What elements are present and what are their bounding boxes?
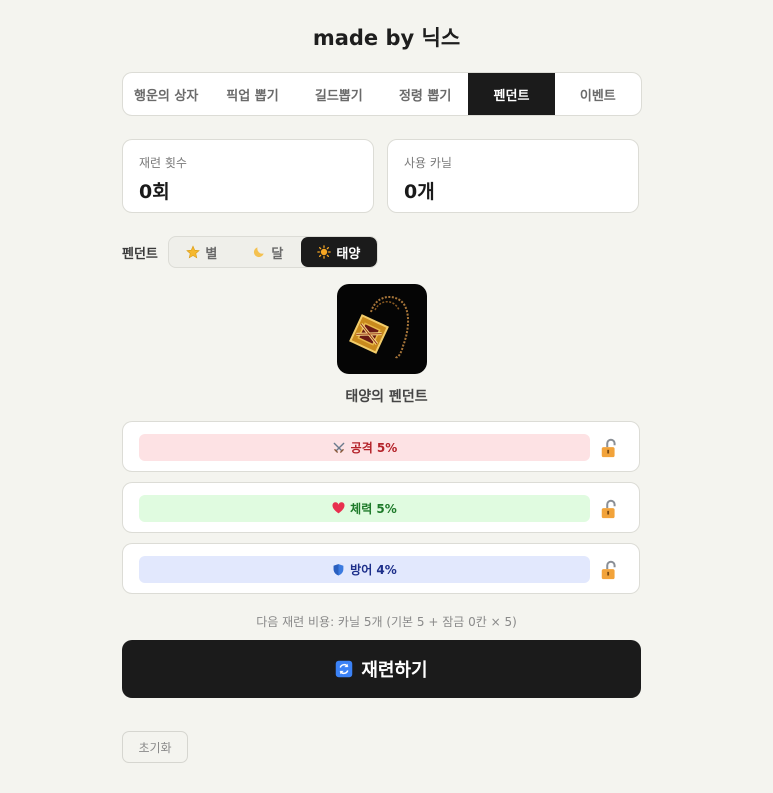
sun-icon	[317, 245, 332, 259]
reroll-cost-text: 다음 재련 비용: 카닐 5개 (기본 5 + 잠금 0칸 × 5)	[256, 615, 517, 629]
pendant-type-sun[interactable]: 태양	[300, 237, 377, 267]
page-title: made by 닉스	[312, 26, 461, 50]
option-row-attack: 공격 5%	[122, 421, 640, 472]
unlock-icon	[601, 438, 616, 458]
kanil-used-label: 사용 카닐	[404, 156, 452, 170]
tab-lucky-box[interactable]: 행운의 상자	[123, 73, 209, 115]
option-defense-lock[interactable]	[599, 559, 621, 581]
option-defense-label: 방어 4%	[350, 563, 397, 577]
tab-pickup-draw[interactable]: 픽업 뽑기	[209, 73, 295, 115]
reroll-button-label: 재련하기	[361, 660, 428, 681]
pendant-type-sun-label: 태양	[336, 246, 361, 262]
option-attack: 공격 5%	[139, 434, 590, 461]
kanil-used-card: 사용 카닐 0개	[387, 139, 639, 213]
pendant-type-selector: 펜던트 별 달 태양	[122, 236, 378, 268]
option-health-label: 체력 5%	[350, 502, 397, 516]
refresh-icon	[336, 660, 353, 678]
tab-guild-draw[interactable]: 길드뽑기	[296, 73, 382, 115]
kanil-used-value: 0개	[404, 181, 435, 203]
option-attack-lock[interactable]	[599, 437, 621, 459]
pendant-image	[337, 284, 427, 374]
pendant-type-label: 펜던트	[122, 246, 158, 262]
reset-button[interactable]: 초기화	[122, 731, 188, 763]
tab-pendant[interactable]: 펜던트	[468, 73, 555, 115]
unlock-icon	[601, 499, 616, 519]
pendant-type-moon[interactable]: 달	[235, 237, 301, 267]
tab-bar: 행운의 상자 픽업 뽑기 길드뽑기 정령 뽑기 펜던트 이벤트	[122, 72, 642, 116]
reroll-button[interactable]: 재련하기	[122, 640, 641, 698]
pendant-name: 태양의 펜던트	[345, 389, 428, 405]
option-attack-label: 공격 5%	[350, 441, 398, 455]
moon-icon	[254, 247, 265, 258]
star-icon	[186, 245, 201, 259]
option-row-health: 체력 5%	[122, 482, 640, 533]
option-health-lock[interactable]	[599, 498, 621, 520]
pendant-type-star[interactable]: 별	[169, 237, 235, 267]
option-row-defense: 방어 4%	[122, 543, 640, 594]
option-health: 체력 5%	[139, 495, 590, 522]
tab-event[interactable]: 이벤트	[555, 73, 641, 115]
pendant-type-star-label: 별	[205, 246, 218, 262]
reroll-count-card: 재련 횟수 0회	[122, 139, 374, 213]
app-root: made by 닉스 행운의 상자 픽업 뽑기 길드뽑기 정령 뽑기 펜던트 이…	[0, 0, 773, 793]
heart-icon	[332, 502, 345, 514]
reroll-count-value: 0회	[139, 181, 170, 203]
reroll-count-label: 재련 횟수	[139, 156, 187, 170]
tab-spirit-draw[interactable]: 정령 뽑기	[382, 73, 468, 115]
pendant-type-segment: 별 달 태양	[167, 236, 378, 268]
option-defense: 방어 4%	[139, 556, 590, 583]
pendant-type-moon-label: 달	[271, 246, 284, 262]
crossed-swords-icon	[333, 442, 345, 453]
unlock-icon	[601, 560, 616, 580]
shield-icon	[333, 564, 344, 576]
